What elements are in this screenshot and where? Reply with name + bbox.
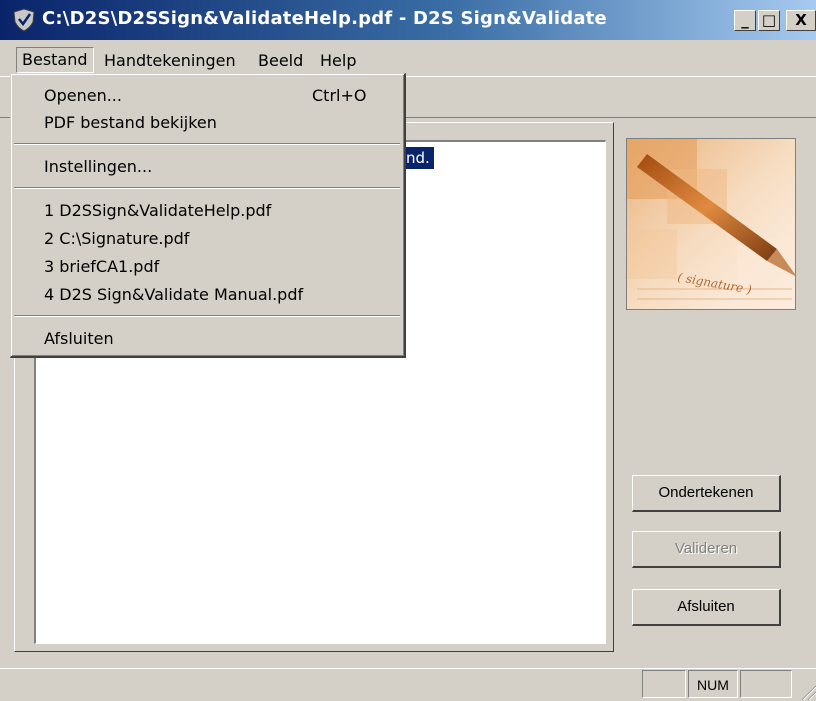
menu-item-pdf-bekijken[interactable]: PDF bestand bekijken (44, 111, 217, 135)
maximize-button[interactable]: □ (758, 10, 780, 31)
menu-handtekeningen[interactable]: Handtekeningen (104, 50, 236, 72)
recent-file-4[interactable]: 4 D2S Sign&Validate Manual.pdf (44, 283, 303, 307)
signature-image: ( signature ) (626, 138, 796, 310)
recent-file-2[interactable]: 2 C:\Signature.pdf (44, 227, 189, 251)
menu-beeld[interactable]: Beeld (258, 50, 303, 72)
app-shield-icon (13, 8, 35, 32)
menu-item-afsluiten[interactable]: Afsluiten (44, 327, 114, 351)
menu-bestand[interactable]: Bestand (16, 47, 94, 73)
close-button[interactable]: Afsluiten (632, 589, 781, 626)
menu-item-openen[interactable]: Openen... (44, 84, 122, 108)
status-pane-scroll (740, 670, 792, 698)
status-pane-num: NUM (688, 670, 738, 698)
recent-file-3[interactable]: 3 briefCA1.pdf (44, 255, 159, 279)
menu-separator (14, 143, 400, 145)
resize-grip-icon[interactable] (800, 680, 816, 700)
validate-button[interactable]: Valideren (632, 531, 781, 568)
window-title: C:\D2S\D2SSign&ValidateHelp.pdf - D2S Si… (42, 8, 607, 29)
menu-separator (14, 187, 400, 189)
close-window-button[interactable]: X (786, 10, 816, 31)
menu-item-openen-shortcut: Ctrl+O (312, 86, 367, 105)
status-pane-caps (642, 670, 686, 698)
minimize-button[interactable]: _ (734, 10, 756, 31)
fountain-pen-icon: ( signature ) (627, 139, 795, 309)
menu-separator (14, 315, 400, 317)
selected-list-item[interactable]: nd. (406, 147, 434, 169)
sign-button[interactable]: Ondertekenen (632, 475, 781, 512)
menu-help[interactable]: Help (320, 50, 356, 72)
recent-file-1[interactable]: 1 D2SSign&ValidateHelp.pdf (44, 199, 271, 223)
menu-item-instellingen[interactable]: Instellingen... (44, 155, 152, 179)
